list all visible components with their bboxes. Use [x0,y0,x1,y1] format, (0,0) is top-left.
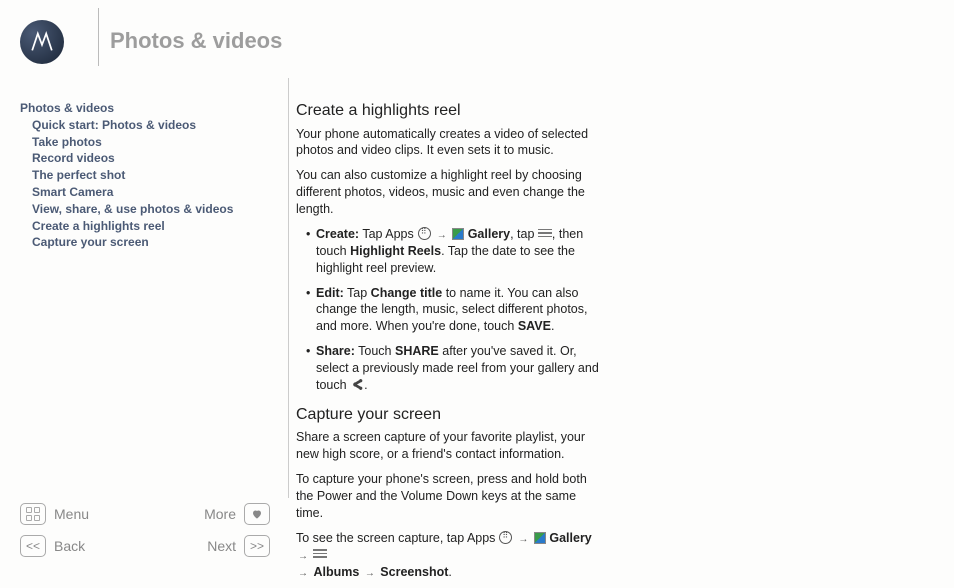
toc-item-highlights[interactable]: Create a highlights reel [20,218,250,235]
para-howto: To capture your phone's screen, press an… [296,471,606,522]
arrow-icon: → [437,230,447,241]
menu-button[interactable]: Menu [20,503,89,525]
edit-text-a: Tap [347,286,367,300]
hamburger-icon [538,229,552,239]
share-bold: SHARE [395,344,439,358]
toc-item-capture[interactable]: Capture your screen [20,234,250,251]
more-button[interactable]: More [204,503,270,525]
screenshot-label: Screenshot [380,565,448,579]
hamburger-icon [313,549,327,559]
list-item-edit: Edit: Tap Change title to name it. You c… [306,285,606,336]
sidebar-toc: Photos & videos Quick start: Photos & vi… [20,100,250,251]
motorola-logo [20,20,64,64]
arrow-icon: → [518,534,528,545]
arrow-icon: → [365,568,375,579]
toc-item-perfect-shot[interactable]: The perfect shot [20,167,250,184]
list-item-create: Create: Tap Apps → Gallery, tap , then t… [306,226,606,277]
share-text-a: Touch [358,344,391,358]
arrow-icon: → [298,568,308,579]
toc-item-quickstart[interactable]: Quick start: Photos & videos [20,117,250,134]
apps-icon [417,227,431,241]
para-customize: You can also customize a highlight reel … [296,167,606,218]
content-divider [288,78,289,498]
gallery-label-2: Gallery [549,531,591,545]
grid-icon [20,503,46,525]
toc-item-record-videos[interactable]: Record videos [20,150,250,167]
gallery-icon [452,228,464,240]
toc-item-take-photos[interactable]: Take photos [20,134,250,151]
more-label: More [204,506,236,522]
list-item-share: Share: Touch SHARE after you've saved it… [306,343,606,394]
create-text-a: Tap Apps [362,227,413,241]
page-title: Photos & videos [110,28,282,54]
heading-capture: Capture your screen [296,404,606,426]
next-button[interactable]: Next >> [207,535,270,557]
edit-label: Edit: [316,286,344,300]
see-text-a: To see the screen capture, tap Apps [296,531,495,545]
main-content: Create a highlights reel Your phone auto… [296,100,606,588]
para-auto: Your phone automatically creates a video… [296,126,606,160]
create-label: Create: [316,227,359,241]
heart-icon [244,503,270,525]
para-see-capture: To see the screen capture, tap Apps → Ga… [296,530,606,581]
back-icon: << [20,535,46,557]
apps-icon [499,531,513,545]
share-icon [350,378,364,392]
para-share-capture: Share a screen capture of your favorite … [296,429,606,463]
arrow-icon: → [298,551,308,562]
menu-label: Menu [54,506,89,522]
heading-highlights: Create a highlights reel [296,100,606,122]
toc-item-smart-camera[interactable]: Smart Camera [20,184,250,201]
highlight-reels-label: Highlight Reels [350,244,441,258]
change-title-label: Change title [371,286,443,300]
back-button[interactable]: << Back [20,535,85,557]
share-label: Share: [316,344,355,358]
create-text-c: , tap [510,227,534,241]
header-divider [98,8,99,66]
albums-label: Albums [313,565,359,579]
next-icon: >> [244,535,270,557]
gallery-icon [534,532,546,544]
bottom-nav: Menu More << Back Next >> [20,502,270,566]
save-label: SAVE [518,319,551,333]
gallery-label: Gallery [468,227,510,241]
back-label: Back [54,538,85,554]
toc-item-view-share[interactable]: View, share, & use photos & videos [20,201,250,218]
next-label: Next [207,538,236,554]
toc-heading[interactable]: Photos & videos [20,100,250,117]
